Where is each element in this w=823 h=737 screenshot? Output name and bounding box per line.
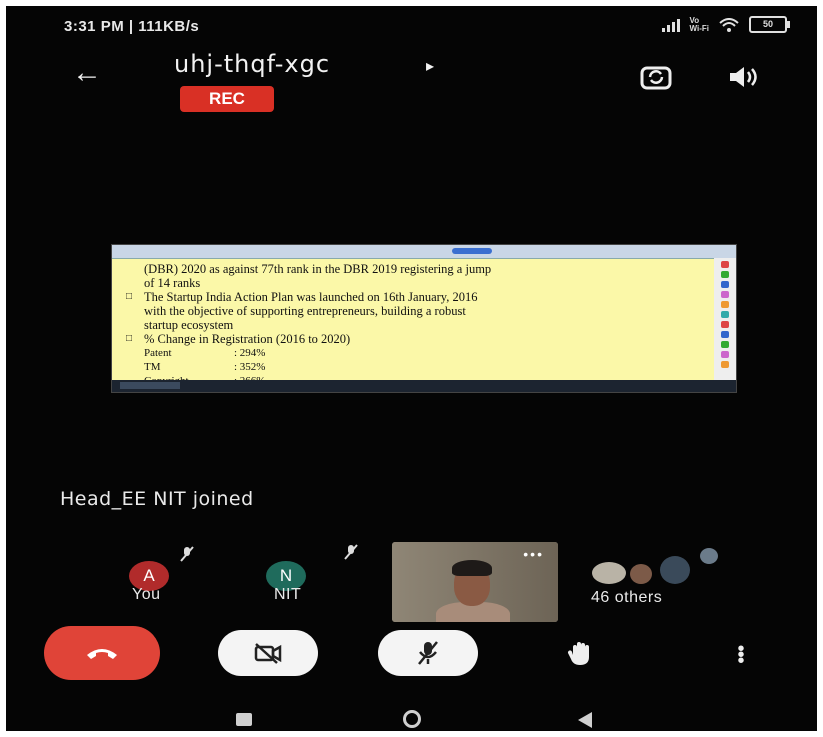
speaker-icon[interactable] [728,66,758,88]
participant-label-you: You [132,586,161,603]
slide-line: of 14 ranks [144,276,201,290]
shared-screen: (DBR) 2020 as against 77th rank in the D… [111,244,737,393]
row-label: TM [144,361,161,373]
more-options-button[interactable]: • • • [731,639,751,671]
raise-hand-icon [567,642,589,665]
back-nav-icon[interactable] [578,712,592,728]
slide-line: % Change in Registration (2016 to 2020) [144,332,351,346]
others-count[interactable]: 46 others [591,589,662,607]
back-arrow-icon[interactable]: ← [72,56,102,90]
recent-apps-icon[interactable] [236,713,252,726]
slide-line: (DBR) 2020 as against 77th rank in the D… [144,262,492,276]
mic-off-icon [418,641,438,665]
row-value: : 294% [234,347,266,359]
signal-icon [661,18,680,32]
mic-toggle-button[interactable] [378,630,478,676]
shared-window-titlebar [112,245,736,259]
camera-toggle-button[interactable] [218,630,318,676]
wifi-icon [719,17,739,32]
slide-content: (DBR) 2020 as against 77th rank in the D… [126,262,699,388]
shared-window-taskbar [112,380,736,392]
slide-line: startup ecosystem [144,318,234,332]
phone-hangup-icon [87,649,117,659]
status-time: 3:31 PM | 111KB/s [64,18,200,35]
participant-joined-toast: Head_EE NIT joined [60,488,254,510]
meeting-info-caret-icon[interactable]: ▸ [426,56,434,76]
end-call-button[interactable] [44,626,160,680]
row-value: : 352% [234,361,266,373]
raise-hand-button[interactable] [558,638,608,670]
row-label: Patent [144,347,172,359]
mic-off-icon [344,544,358,560]
meeting-code[interactable]: uhj-thqf-xgc [174,50,330,78]
camera-off-icon [254,643,282,664]
bullet-icon: □ [126,333,133,344]
mic-off-icon [180,546,194,562]
more-options-icon[interactable]: ••• [523,546,544,562]
shared-window-tab [452,248,492,254]
status-icons: Vo Wi-Fi 50 [661,15,790,33]
meet-screen: 3:31 PM | 111KB/s Vo Wi-Fi 50 ← uhj-thqf… [6,6,817,731]
battery-icon: 50 [749,16,790,33]
slide-line: with the objective of supporting entrepr… [144,304,466,318]
home-icon[interactable] [403,710,421,728]
participant-video-tile[interactable]: ••• [392,542,558,622]
shared-window-sidebar [714,258,736,380]
bullet-icon: □ [126,291,133,302]
participant-label-nit: NIT [274,586,302,603]
switch-camera-icon[interactable] [640,64,672,90]
recording-badge: REC [180,86,274,112]
slide-line: The Startup India Action Plan was launch… [144,290,478,304]
network-type: Vo Wi-Fi [689,15,709,33]
